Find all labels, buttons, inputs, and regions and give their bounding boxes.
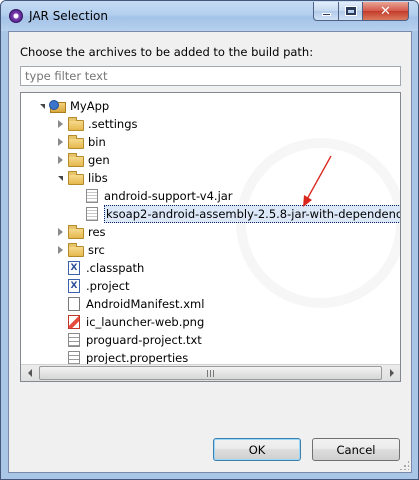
jar-selection-dialog: JAR Selection ✕ Choose the archives to b… bbox=[0, 0, 419, 480]
watermark-seal bbox=[236, 138, 400, 308]
folder-icon bbox=[68, 242, 84, 257]
tree-item-label: ic_launcher-web.png bbox=[86, 315, 205, 329]
tree-item-label: ksoap2-android-assembly-2.5.8-jar-with-d… bbox=[104, 205, 400, 223]
title-bar[interactable]: JAR Selection ✕ bbox=[1, 1, 418, 31]
x-file-icon: X bbox=[68, 279, 80, 293]
tree-item[interactable]: proguard-project.txt bbox=[55, 331, 202, 349]
jar-icon bbox=[86, 189, 98, 203]
collapsed-arrow-icon[interactable] bbox=[55, 137, 65, 147]
txt-file-icon bbox=[68, 351, 80, 365]
folder-icon bbox=[68, 116, 84, 131]
txt-file-icon bbox=[68, 333, 80, 347]
tree-item[interactable]: AndroidManifest.xml bbox=[55, 295, 204, 313]
tree-item-label: .classpath bbox=[86, 261, 145, 275]
folder-icon bbox=[68, 170, 84, 185]
collapsed-arrow-icon[interactable] bbox=[55, 119, 65, 129]
expanded-arrow-icon[interactable] bbox=[37, 101, 47, 111]
tree-item-label: .settings bbox=[88, 117, 138, 131]
maximize-icon bbox=[344, 6, 357, 16]
grip-icon bbox=[206, 369, 215, 377]
tree-item-label: res bbox=[88, 225, 106, 239]
folder-icon bbox=[68, 152, 84, 167]
arrow-right-icon bbox=[389, 369, 394, 377]
expanded-arrow-icon[interactable] bbox=[55, 173, 65, 183]
tree-item[interactable]: gen bbox=[55, 151, 110, 169]
cancel-button[interactable]: Cancel bbox=[312, 438, 400, 461]
tree-item-label: android-support-v4.jar bbox=[104, 189, 233, 203]
tree-item[interactable]: android-support-v4.jar bbox=[73, 187, 233, 205]
tree-item[interactable]: MyApp bbox=[37, 97, 109, 115]
scrollbar-thumb[interactable] bbox=[39, 366, 382, 380]
window-title: JAR Selection bbox=[29, 9, 108, 23]
filter-input[interactable] bbox=[20, 66, 401, 86]
tree-item[interactable]: X .classpath bbox=[55, 259, 144, 277]
folder-icon bbox=[68, 134, 84, 149]
minimize-button[interactable] bbox=[313, 2, 339, 21]
tree-item[interactable]: ksoap2-android-assembly-2.5.8-jar-with-d… bbox=[73, 205, 400, 223]
png-file-icon bbox=[68, 315, 80, 329]
collapsed-arrow-icon[interactable] bbox=[55, 155, 65, 165]
tree-item[interactable]: ic_launcher-web.png bbox=[55, 313, 204, 331]
collapsed-arrow-icon[interactable] bbox=[55, 227, 65, 237]
jar-icon bbox=[86, 207, 98, 221]
tree-item-label: AndroidManifest.xml bbox=[86, 297, 205, 311]
close-icon: ✕ bbox=[380, 3, 391, 19]
tree-item-label: .project bbox=[86, 279, 130, 293]
tree-item[interactable]: libs bbox=[55, 169, 108, 187]
eclipse-icon bbox=[9, 9, 23, 23]
ok-button[interactable]: OK bbox=[213, 438, 301, 461]
instruction-label: Choose the archives to be added to the b… bbox=[20, 45, 314, 59]
tree-item-label: bin bbox=[88, 135, 106, 149]
project-icon bbox=[49, 99, 66, 113]
tree-item-label: proguard-project.txt bbox=[86, 333, 202, 347]
x-file-icon: X bbox=[68, 261, 80, 275]
arrow-left-icon bbox=[27, 369, 32, 377]
tree-item[interactable]: bin bbox=[55, 133, 106, 151]
tree-item[interactable]: .settings bbox=[55, 115, 138, 133]
close-button[interactable]: ✕ bbox=[362, 2, 409, 21]
tree-item[interactable]: X .project bbox=[55, 277, 130, 295]
tree-item[interactable]: res bbox=[55, 223, 106, 241]
minimize-icon bbox=[321, 12, 331, 16]
horizontal-scrollbar[interactable] bbox=[21, 364, 400, 381]
button-bar: OK Cancel bbox=[9, 422, 411, 474]
tree-item[interactable]: src bbox=[55, 241, 105, 259]
xml-file-icon bbox=[68, 297, 80, 311]
scroll-right-button[interactable] bbox=[383, 365, 400, 381]
archive-tree[interactable]: MyApp .settings bin gen libs android-support-… bbox=[20, 92, 401, 382]
tree-item-label: gen bbox=[88, 153, 110, 167]
maximize-button[interactable] bbox=[338, 2, 363, 21]
collapsed-arrow-icon[interactable] bbox=[55, 245, 65, 255]
dialog-content: Choose the archives to be added to the b… bbox=[8, 31, 412, 473]
tree-item-label: MyApp bbox=[70, 99, 110, 113]
scroll-left-button[interactable] bbox=[21, 365, 38, 381]
tree-item-label: src bbox=[88, 243, 105, 257]
tree-item-label: libs bbox=[88, 171, 108, 185]
folder-icon bbox=[68, 224, 84, 239]
